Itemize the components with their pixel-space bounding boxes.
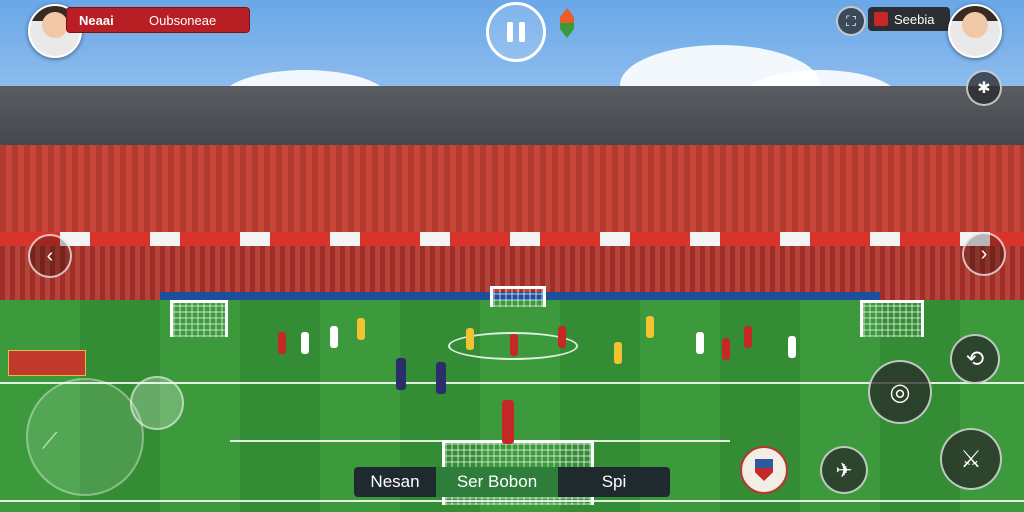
tackle-icon: ⚔ bbox=[960, 445, 982, 473]
right-player-avatar bbox=[948, 4, 1002, 58]
player-red bbox=[278, 332, 286, 354]
banner-band bbox=[0, 232, 1024, 246]
controlled-player bbox=[502, 400, 514, 444]
virtual-joystick[interactable]: ⟋ bbox=[26, 378, 144, 496]
bottom-tab-center[interactable]: Ser Bobon bbox=[436, 467, 558, 497]
bottom-tab-center-label: Ser Bobon bbox=[456, 472, 538, 491]
player-yellow bbox=[357, 318, 365, 340]
player-navy bbox=[436, 362, 446, 394]
bottom-tab-right-label: Spi bbox=[601, 472, 627, 491]
next-view-button[interactable]: › bbox=[962, 232, 1006, 276]
far-goal bbox=[490, 286, 546, 307]
swap-icon: ⟲ bbox=[965, 346, 985, 371]
right-team-info-bar: Seebia bbox=[868, 7, 950, 31]
chevron-left-icon: ‹ bbox=[46, 244, 54, 267]
chevron-right-icon: › bbox=[980, 242, 988, 265]
bottom-tab-left[interactable]: Nesan bbox=[354, 467, 436, 497]
right-goal bbox=[860, 300, 924, 337]
settings-button[interactable]: ✱ bbox=[966, 70, 1002, 106]
player-red bbox=[510, 334, 518, 356]
ad-board-left bbox=[8, 350, 86, 376]
left-player-name: Neaai bbox=[79, 12, 114, 28]
gear-icon: ✱ bbox=[977, 80, 991, 97]
player-red bbox=[744, 326, 752, 348]
player-white bbox=[788, 336, 796, 358]
pause-button[interactable] bbox=[486, 2, 546, 62]
bottom-tab-right[interactable]: Spi bbox=[558, 467, 670, 497]
previous-view-button[interactable]: ‹ bbox=[28, 234, 72, 278]
right-team-crest-icon bbox=[874, 12, 888, 26]
tackle-button[interactable]: ⚔ bbox=[940, 428, 1002, 490]
pause-icon bbox=[507, 22, 513, 42]
bottom-menu-bar: Nesan Ser Bobon Spi bbox=[354, 467, 670, 497]
bottom-tab-left-label: Nesan bbox=[370, 472, 420, 491]
player-white bbox=[301, 332, 309, 354]
left-goal bbox=[170, 300, 228, 337]
swap-player-button[interactable]: ⟲ bbox=[950, 334, 1000, 384]
camera-button[interactable]: ⛶ bbox=[836, 6, 866, 36]
shoot-icon: ◎ bbox=[889, 378, 911, 406]
player-navy bbox=[396, 358, 406, 390]
left-player-info-bar: Neaai Oubsoneae bbox=[66, 7, 250, 33]
joystick-icon: ⟋ bbox=[42, 428, 58, 453]
player-red bbox=[722, 338, 730, 360]
player-white bbox=[330, 326, 338, 348]
game-scene bbox=[0, 0, 1024, 512]
right-team-name: Seebia bbox=[894, 11, 935, 27]
player-yellow bbox=[614, 342, 622, 364]
pause-icon bbox=[519, 22, 525, 42]
pass-icon: ✈ bbox=[835, 459, 853, 482]
player-yellow bbox=[466, 328, 474, 350]
left-team-name: Oubsoneae bbox=[149, 12, 217, 28]
team-crest-icon bbox=[755, 459, 773, 481]
joystick-thumb[interactable] bbox=[130, 376, 184, 430]
player-white bbox=[696, 332, 704, 354]
player-yellow bbox=[646, 316, 654, 338]
player-red bbox=[558, 326, 566, 348]
team-crest-button[interactable] bbox=[740, 446, 788, 494]
shoot-button[interactable]: ◎ bbox=[868, 360, 932, 424]
pass-button[interactable]: ✈ bbox=[820, 446, 868, 494]
camera-icon: ⛶ bbox=[846, 12, 856, 29]
